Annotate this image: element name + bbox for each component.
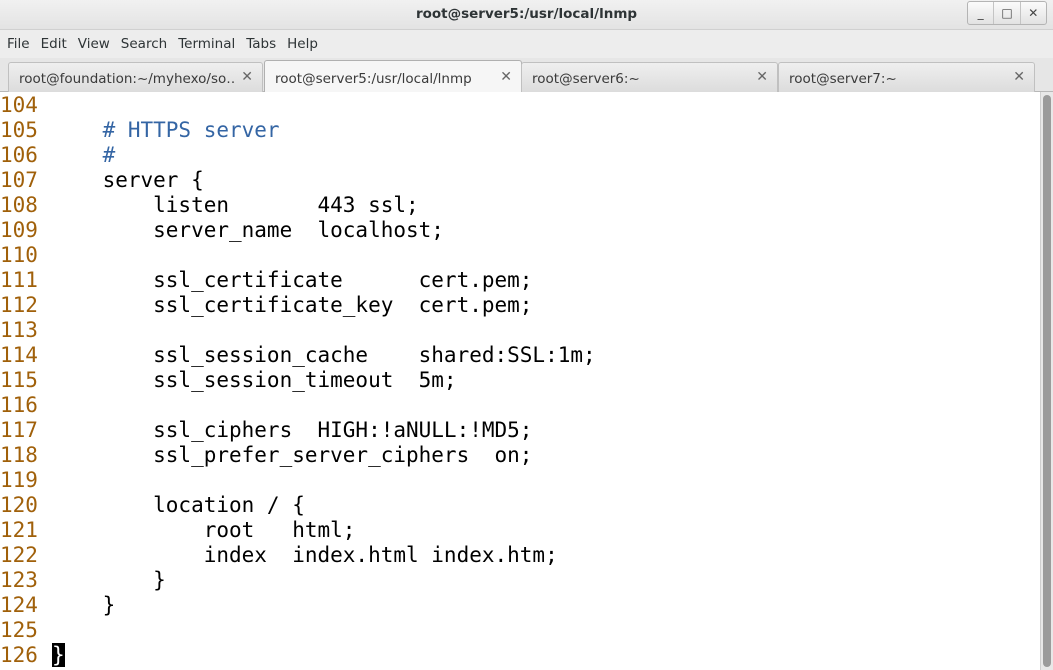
line-number: 126 bbox=[0, 643, 38, 667]
editor-line: 119 bbox=[0, 468, 52, 493]
editor-line: 116 bbox=[0, 393, 52, 418]
line-number: 123 bbox=[0, 568, 38, 592]
code-text: ssl_prefer_server_ciphers on; bbox=[52, 443, 533, 467]
line-number: 125 bbox=[0, 618, 38, 642]
tab-server5[interactable]: root@server5:/usr/local/lnmp ✕ bbox=[264, 60, 522, 93]
close-icon[interactable]: ✕ bbox=[1013, 69, 1025, 85]
line-number: 124 bbox=[0, 593, 38, 617]
window-controls: _ □ ✕ bbox=[967, 1, 1047, 25]
code-text: ssl_certificate cert.pem; bbox=[52, 268, 533, 292]
menu-help[interactable]: Help bbox=[282, 36, 323, 52]
minimize-button[interactable]: _ bbox=[968, 2, 995, 24]
code-text: ssl_ciphers HIGH:!aNULL:!MD5; bbox=[52, 418, 533, 442]
tab-bar: root@foundation:~/myhexo/so… ✕ root@serv… bbox=[0, 58, 1053, 93]
code-text: } bbox=[52, 568, 166, 592]
editor-line: 123 } bbox=[0, 568, 166, 593]
menu-edit[interactable]: Edit bbox=[36, 36, 72, 52]
line-number: 108 bbox=[0, 193, 38, 217]
line-number: 119 bbox=[0, 468, 38, 492]
line-number: 105 bbox=[0, 118, 38, 142]
scrollbar-thumb[interactable] bbox=[1043, 95, 1051, 667]
line-number: 111 bbox=[0, 268, 38, 292]
code-text: listen 443 ssl; bbox=[52, 193, 419, 217]
text-cursor: } bbox=[52, 643, 65, 667]
code-comment: # bbox=[52, 143, 116, 167]
line-number: 118 bbox=[0, 443, 38, 467]
terminal-scrollbar[interactable] bbox=[1040, 92, 1053, 670]
code-text: ssl_session_timeout 5m; bbox=[52, 368, 457, 392]
line-number: 121 bbox=[0, 518, 38, 542]
line-number: 115 bbox=[0, 368, 38, 392]
menu-view[interactable]: View bbox=[73, 36, 115, 52]
menu-file[interactable]: File bbox=[2, 36, 35, 52]
editor-line: 109 server_name localhost; bbox=[0, 218, 444, 243]
editor-line: 111 ssl_certificate cert.pem; bbox=[0, 268, 532, 293]
line-number: 117 bbox=[0, 418, 38, 442]
tab-server7[interactable]: root@server7:~ ✕ bbox=[778, 62, 1035, 92]
menu-tabs[interactable]: Tabs bbox=[241, 36, 281, 52]
tab-label: root@server5:/usr/local/lnmp bbox=[275, 71, 472, 87]
tab-foundation[interactable]: root@foundation:~/myhexo/so… ✕ bbox=[8, 62, 263, 92]
editor-line: 115 ssl_session_timeout 5m; bbox=[0, 368, 457, 393]
tab-label: root@server7:~ bbox=[789, 71, 897, 87]
close-icon[interactable]: ✕ bbox=[241, 69, 253, 85]
code-text: ssl_certificate_key cert.pem; bbox=[52, 293, 533, 317]
line-number: 120 bbox=[0, 493, 38, 517]
line-number: 106 bbox=[0, 143, 38, 167]
editor-line: 105 # HTTPS server bbox=[0, 118, 280, 143]
editor-line: 112 ssl_certificate_key cert.pem; bbox=[0, 293, 532, 318]
line-number: 107 bbox=[0, 168, 38, 192]
editor-line: 117 ssl_ciphers HIGH:!aNULL:!MD5; bbox=[0, 418, 532, 443]
code-text: index index.html index.htm; bbox=[52, 543, 558, 567]
line-number: 104 bbox=[0, 93, 38, 117]
maximize-button[interactable]: □ bbox=[994, 2, 1021, 24]
close-button[interactable]: ✕ bbox=[1021, 2, 1046, 24]
editor-line: 114 ssl_session_cache shared:SSL:1m; bbox=[0, 343, 596, 368]
editor-line: 120 location / { bbox=[0, 493, 305, 518]
code-comment: # HTTPS server bbox=[52, 118, 280, 142]
editor-line: 121 root html; bbox=[0, 518, 355, 543]
line-number: 113 bbox=[0, 318, 38, 342]
code-text: ssl_session_cache shared:SSL:1m; bbox=[52, 343, 596, 367]
editor-line: 110 bbox=[0, 243, 52, 268]
menubar: File Edit View Search Terminal Tabs Help bbox=[0, 30, 1053, 58]
line-number: 122 bbox=[0, 543, 38, 567]
line-number: 112 bbox=[0, 293, 38, 317]
tab-label: root@server6:~ bbox=[532, 71, 640, 87]
window-title: root@server5:/usr/local/lnmp bbox=[415, 6, 638, 22]
editor-line: 113 bbox=[0, 318, 52, 343]
editor-line: 126} bbox=[0, 643, 65, 668]
editor-line: 122 index index.html index.htm; bbox=[0, 543, 558, 568]
editor-line: 108 listen 443 ssl; bbox=[0, 193, 419, 218]
editor-line: 104 bbox=[0, 93, 52, 118]
editor-line: 125 bbox=[0, 618, 52, 643]
editor-line: 106 # bbox=[0, 143, 115, 168]
tab-server6[interactable]: root@server6:~ ✕ bbox=[521, 62, 778, 92]
editor-line: 107 server { bbox=[0, 168, 204, 193]
code-text: } bbox=[52, 593, 116, 617]
code-text: root html; bbox=[52, 518, 356, 542]
code-text: server_name localhost; bbox=[52, 218, 444, 242]
code-text: server { bbox=[52, 168, 204, 192]
editor-line: 124 } bbox=[0, 593, 115, 618]
code-text: location / { bbox=[52, 493, 305, 517]
close-icon[interactable]: ✕ bbox=[500, 69, 512, 85]
line-number: 110 bbox=[0, 243, 38, 267]
terminal-area[interactable]: 104 105 # HTTPS server 106 # 107 server … bbox=[0, 92, 1040, 670]
close-icon[interactable]: ✕ bbox=[756, 69, 768, 85]
editor-line: 118 ssl_prefer_server_ciphers on; bbox=[0, 443, 532, 468]
menu-terminal[interactable]: Terminal bbox=[173, 36, 240, 52]
window-titlebar[interactable]: root@server5:/usr/local/lnmp _ □ ✕ bbox=[0, 0, 1053, 30]
tab-label: root@foundation:~/myhexo/so… bbox=[19, 71, 234, 87]
line-number: 116 bbox=[0, 393, 38, 417]
line-number: 109 bbox=[0, 218, 38, 242]
line-number: 114 bbox=[0, 343, 38, 367]
menu-search[interactable]: Search bbox=[116, 36, 172, 52]
